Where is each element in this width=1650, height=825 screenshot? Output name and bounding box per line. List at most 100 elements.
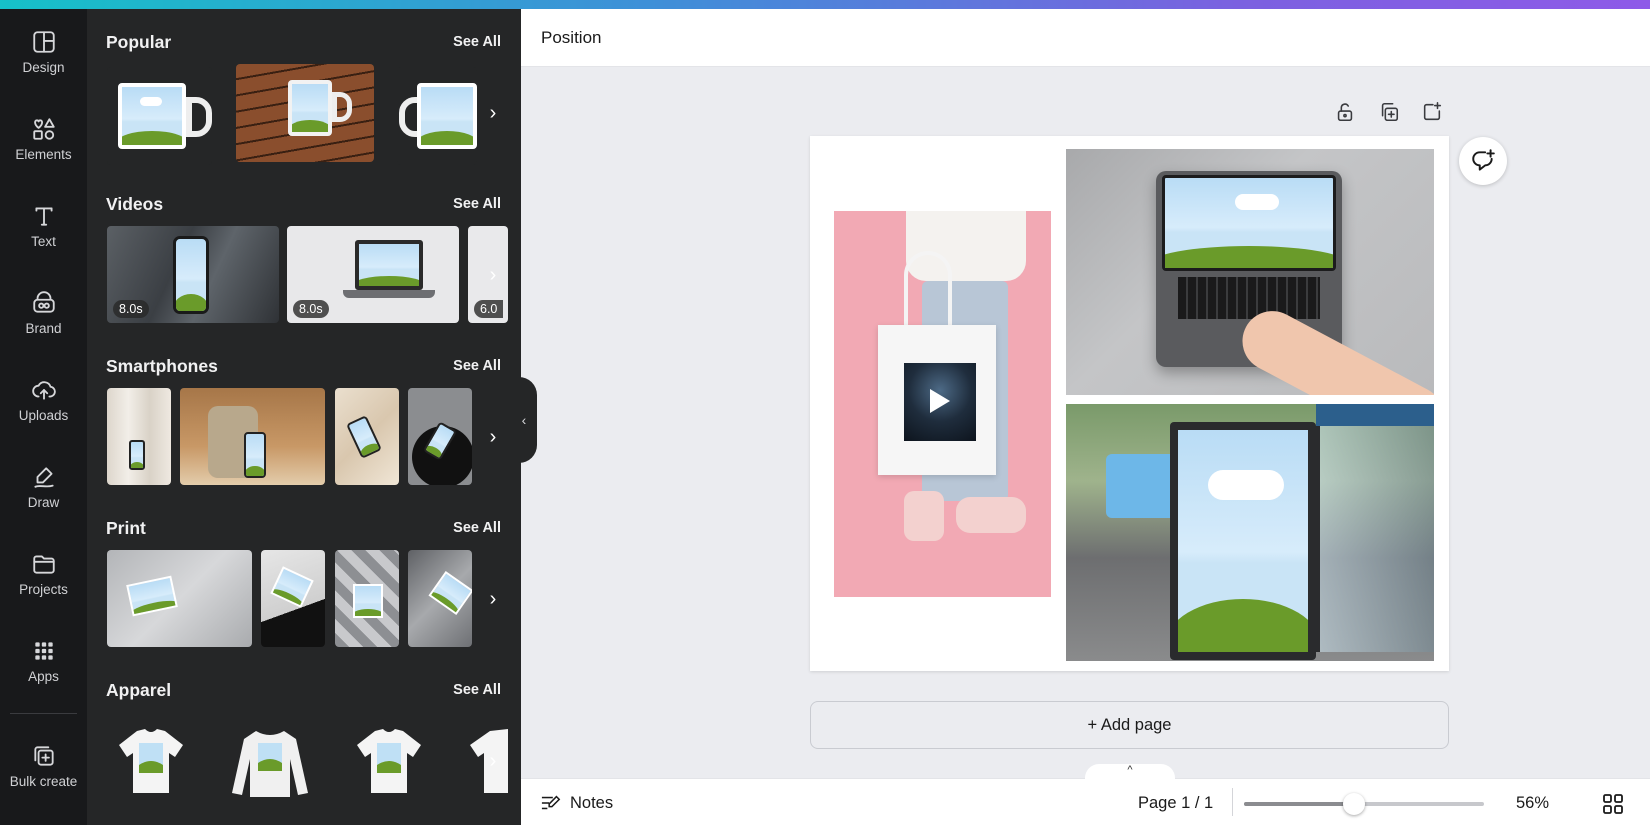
mockup-thumb-print-2[interactable] [261, 550, 325, 647]
design-page[interactable] [810, 136, 1449, 671]
grid-view-button[interactable] [1601, 792, 1625, 821]
bus-stop-photo[interactable] [1066, 404, 1434, 661]
mockup-thumb-phone-rock[interactable] [180, 388, 325, 485]
mockup-screen [355, 240, 423, 290]
folder-icon [32, 555, 55, 574]
mockup-thumb-laptop-video[interactable]: 8.0s [287, 226, 459, 323]
rail-item-bulk-create[interactable]: Bulk create [0, 743, 87, 813]
duplicate-icon [1381, 102, 1399, 122]
shoe-right [956, 497, 1026, 533]
mockup-thumb-print-3[interactable] [335, 550, 399, 647]
icon-rail: Design Elements Text Brand Uploads Draw … [0, 9, 87, 825]
text-icon [34, 207, 53, 226]
see-all-popular[interactable]: See All [453, 34, 501, 50]
mockup-screen [118, 83, 186, 149]
see-all-smartphones[interactable]: See All [453, 358, 501, 374]
zoom-slider-handle[interactable] [1343, 793, 1365, 815]
mockup-thumb-phone-dark[interactable] [408, 388, 472, 485]
notes-label: Notes [570, 793, 614, 812]
see-all-videos[interactable]: See All [453, 196, 501, 212]
grid-view-icon [1603, 794, 1623, 814]
comment-plus-icon [1472, 149, 1495, 171]
chevron-right-icon[interactable]: › [483, 747, 503, 775]
tshirt-shape [357, 729, 421, 793]
shoe-left [904, 491, 944, 541]
rail-item-text[interactable]: Text [0, 203, 87, 273]
rail-item-brand[interactable]: Brand [0, 290, 87, 360]
rail-item-draw[interactable]: Draw [0, 464, 87, 534]
mockup-thumb-mug[interactable] [107, 67, 212, 165]
chevron-right-icon[interactable]: › [483, 585, 503, 613]
zoom-level[interactable]: 56% [1516, 794, 1549, 813]
mockup-thumb-mug-table[interactable] [236, 64, 374, 162]
cloud-upload-icon [31, 381, 56, 400]
duration-badge: 8.0s [293, 300, 329, 318]
mockup-thumb-phone-curtain[interactable] [107, 388, 171, 485]
lock-button[interactable] [1334, 101, 1358, 125]
play-icon [930, 389, 950, 413]
mockup-thumb-tshirt[interactable] [115, 725, 187, 797]
see-all-print[interactable]: See All [453, 520, 501, 536]
rail-item-uploads[interactable]: Uploads [0, 377, 87, 447]
tote-bag-photo[interactable] [834, 211, 1051, 597]
mockups-panel: Popular See All › Videos See All 8.0s 8.… [87, 9, 521, 825]
mockup-thumb-sweatshirt[interactable] [230, 725, 310, 801]
draw-icon [33, 467, 54, 488]
rail-item-apps[interactable]: Apps [0, 638, 87, 708]
mockup-thumb-tshirt-2[interactable] [353, 725, 425, 797]
chevron-right-icon[interactable]: › [483, 99, 503, 127]
chevron-right-icon[interactable]: › [483, 423, 503, 451]
expand-pages-button[interactable]: ^ [1085, 764, 1175, 780]
chevron-right-icon[interactable]: › [483, 261, 503, 289]
brand-icon [32, 291, 55, 313]
page-indicator[interactable]: Page 1 / 1 [1138, 794, 1213, 813]
chevron-left-icon: ‹ [521, 412, 527, 428]
section-title-videos: Videos [106, 194, 164, 214]
mockup-screen [126, 575, 178, 617]
duplicate-page-button[interactable] [1378, 101, 1402, 125]
laptop-photo[interactable] [1066, 149, 1434, 395]
see-all-apparel[interactable]: See All [453, 682, 501, 698]
add-page-icon-button[interactable] [1421, 101, 1445, 125]
rail-divider [10, 713, 77, 714]
add-page-button[interactable]: + Add page [810, 701, 1449, 749]
rail-item-design[interactable]: Design [0, 29, 87, 99]
mockup-screen [288, 80, 332, 136]
rail-label: Apps [28, 669, 59, 684]
mockup-thumb-print-card[interactable] [107, 550, 252, 647]
mockup-screen [428, 570, 472, 616]
bag-strap [904, 251, 952, 331]
mockup-thumb-mug-2[interactable] [397, 67, 477, 165]
billboard-screen [1178, 430, 1308, 652]
duration-badge: 6.0 [474, 300, 504, 318]
add-comment-button[interactable] [1459, 137, 1507, 185]
zoom-slider[interactable] [1244, 793, 1484, 815]
rail-item-projects[interactable]: Projects [0, 551, 87, 621]
keyboard-shape [1178, 277, 1320, 319]
mug-handle [332, 92, 352, 122]
rail-label: Uploads [18, 408, 69, 423]
section-title-apparel: Apparel [106, 680, 172, 700]
video-element[interactable] [904, 363, 976, 441]
add-page-icon [1423, 102, 1442, 121]
tshirt-shape [119, 729, 183, 793]
rail-label: Projects [19, 582, 68, 597]
mockup-screen [173, 236, 209, 314]
position-button[interactable]: Position [541, 28, 601, 48]
rail-label: Design [22, 60, 65, 75]
apps-grid-icon [34, 642, 53, 660]
rail-item-elements[interactable]: Elements [0, 116, 87, 186]
mockup-thumb-phone-video[interactable]: 8.0s [107, 226, 279, 323]
collapse-panel-button[interactable]: ‹ [511, 377, 537, 463]
sweatshirt-shape [232, 731, 308, 797]
chevron-up-icon: ^ [1127, 764, 1133, 776]
shelter-roof [1316, 404, 1434, 426]
notes-button[interactable]: Notes [540, 793, 613, 813]
rail-label: Text [31, 234, 56, 249]
shelter-glass [1316, 422, 1434, 652]
mockup-thumb-phone-fabric[interactable] [335, 388, 399, 485]
mockup-screen [270, 566, 314, 608]
laptop-screen [1162, 175, 1336, 271]
mockup-thumb-print-4[interactable] [408, 550, 472, 647]
rail-label: Elements [15, 147, 72, 162]
